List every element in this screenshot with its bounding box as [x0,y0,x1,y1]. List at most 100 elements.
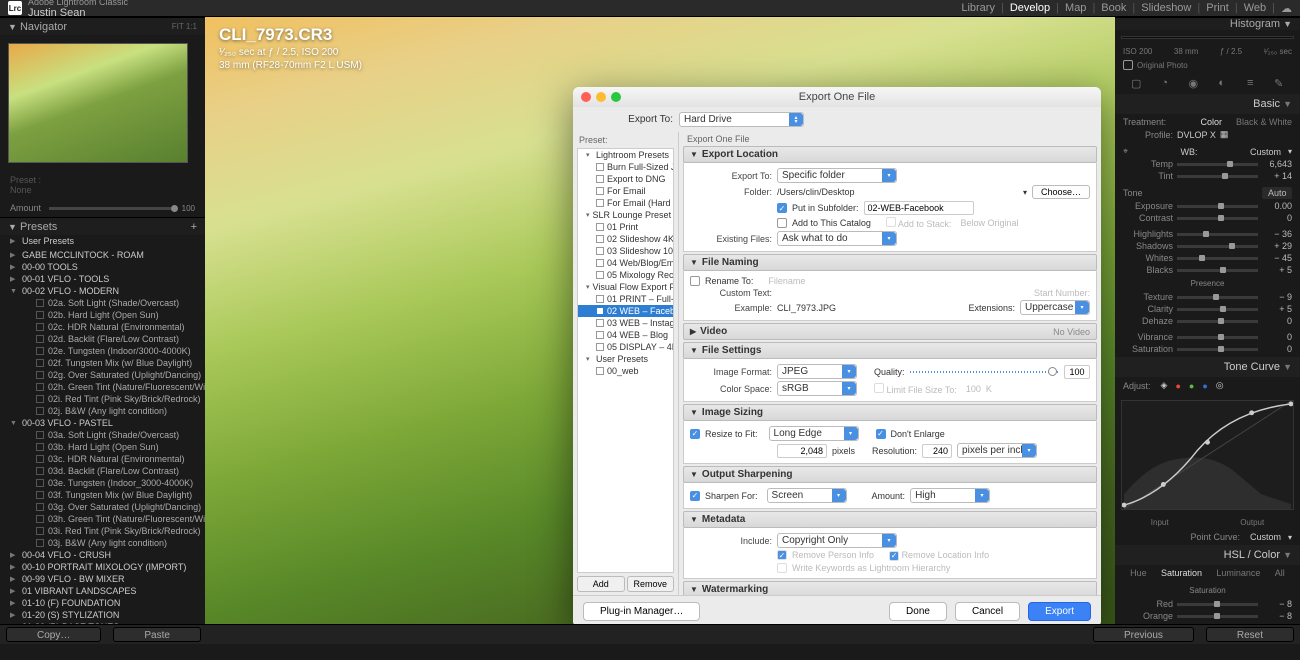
preset-item[interactable]: 03d. Backlit (Flare/Low Contrast) [0,465,205,477]
done-button[interactable]: Done [889,602,947,621]
export-preset-item[interactable]: 04 WEB – Blog [578,329,673,341]
export-preset-group[interactable]: ▾Visual Flow Export Presets [578,281,673,293]
module-web[interactable]: Web [1244,2,1266,15]
crop-tool-icon[interactable]: ▢ [1129,76,1143,90]
histogram-header[interactable]: Histogram ▼ [1115,17,1300,30]
extensions-select[interactable]: Uppercase▾ [1020,300,1090,315]
preset-item[interactable]: 02f. Tungsten Mix (w/ Blue Daylight) [0,357,205,369]
preset-group[interactable]: ▶01-10 (F) FOUNDATION [0,597,205,609]
preset-item[interactable]: 03f. Tungsten Mix (w/ Blue Daylight) [0,489,205,501]
gradient-tool-icon[interactable]: ≡ [1243,76,1257,90]
preset-group[interactable]: ▶00-00 TOOLS [0,261,205,273]
pixels-input[interactable] [777,444,827,458]
cloud-icon[interactable]: ☁ [1281,2,1292,15]
quality-input[interactable] [1064,365,1090,379]
export-button[interactable]: Export [1028,602,1091,621]
point-curve-select[interactable]: Custom [1250,532,1281,542]
whites-slider[interactable] [1177,257,1258,260]
hsl-tab-saturation[interactable]: Saturation [1161,568,1202,578]
preset-item[interactable]: 03b. Hard Light (Open Sun) [0,441,205,453]
preset-item[interactable]: 02b. Hard Light (Open Sun) [0,309,205,321]
hsl-panel-header[interactable]: HSL / Color ▼ [1115,545,1300,565]
export-preset-item[interactable]: 02 Slideshow 4K [578,233,673,245]
curve-param-icon[interactable]: ◎ [1216,380,1224,391]
preset-group[interactable]: ▶GABE MCCLINTOCK - ROAM [0,249,205,261]
noenlarge-checkbox[interactable]: ✓ [876,429,886,439]
export-preset-item[interactable]: 01 Print [578,221,673,233]
blacks-slider[interactable] [1177,269,1258,272]
mask-tool-icon[interactable]: ◐ [1215,76,1229,90]
section-file-settings[interactable]: ▼File Settings [683,342,1097,359]
brush-tool-icon[interactable]: ✎ [1272,76,1286,90]
export-preset-item[interactable]: 04 Web/Blog/Email [578,257,673,269]
preset-item[interactable]: 02d. Backlit (Flare/Low Contrast) [0,333,205,345]
basic-panel-header[interactable]: Basic ▼ [1115,94,1300,114]
hsl-tab-all[interactable]: All [1275,568,1285,578]
wb-picker-icon[interactable]: ⌖ [1123,146,1128,157]
preset-item[interactable]: 03i. Red Tint (Pink Sky/Brick/Redrock) [0,525,205,537]
export-preset-item[interactable]: 03 WEB – Instagram [578,317,673,329]
module-map[interactable]: Map [1065,2,1086,15]
existing-files-select[interactable]: Ask what to do▾ [777,231,897,246]
preset-item[interactable]: 02h. Green Tint (Nature/Fluorescent/Wind… [0,381,205,393]
preset-group[interactable]: ▶01-20 (S) STYLIZATION [0,609,205,621]
exposure-slider[interactable] [1177,205,1258,208]
resize-dim-select[interactable]: Long Edge▾ [769,426,859,441]
section-image-sizing[interactable]: ▼Image Sizing [683,404,1097,421]
choose-folder-button[interactable]: Choose… [1032,185,1090,199]
resize-checkbox[interactable]: ✓ [690,429,700,439]
rename-checkbox[interactable] [690,276,700,286]
module-book[interactable]: Book [1101,2,1126,15]
export-preset-item[interactable]: 05 Mixology Recipe [578,269,673,281]
heal-tool-icon[interactable]: ◔ [1158,76,1172,90]
section-file-naming[interactable]: ▼File Naming [683,254,1097,271]
dehaze-slider[interactable] [1177,320,1258,323]
window-close-icon[interactable] [581,92,591,102]
preset-item[interactable]: 02a. Soft Light (Shade/Overcast) [0,297,205,309]
subfolder-checkbox[interactable]: ✓ [777,203,787,213]
vibrance-slider[interactable] [1177,336,1258,339]
section-watermark[interactable]: ▼Watermarking [683,581,1097,596]
highlights-slider[interactable] [1177,233,1258,236]
module-library[interactable]: Library [961,2,995,15]
export-preset-item[interactable]: 05 DISPLAY – 4K [578,341,673,353]
histogram[interactable] [1121,36,1294,39]
treatment-bw[interactable]: Black & White [1236,117,1292,127]
texture-slider[interactable] [1177,296,1258,299]
saturation-slider[interactable] [1177,348,1258,351]
export-preset-item[interactable]: For Email (Hard Drive) [578,197,673,209]
contrast-slider[interactable] [1177,217,1258,220]
copy-button[interactable]: Copy… [6,627,101,642]
plugin-manager-button[interactable]: Plug-in Manager… [583,602,700,621]
window-maximize-icon[interactable] [611,92,621,102]
resolution-unit-select[interactable]: pixels per inch▾ [957,443,1037,458]
sharpen-checkbox[interactable]: ✓ [690,491,700,501]
paste-button[interactable]: Paste [113,627,201,642]
orange-slider[interactable] [1177,615,1258,618]
preset-group[interactable]: ▶01 VIBRANT LANDSCAPES [0,585,205,597]
presets-header[interactable]: ▼ Presets + [0,217,205,235]
add-catalog-checkbox[interactable] [777,218,787,228]
reset-button[interactable]: Reset [1206,627,1294,642]
module-print[interactable]: Print [1206,2,1229,15]
curve-g-icon[interactable]: ● [1189,381,1194,391]
quality-slider[interactable] [910,367,1059,377]
export-preset-item[interactable]: Export to DNG [578,173,673,185]
section-sharpening[interactable]: ▼Output Sharpening [683,466,1097,483]
user-presets-group[interactable]: ▶User Presets [0,235,205,247]
profile-select[interactable]: DVLOP X [1177,130,1216,140]
navigator-header[interactable]: ▼ Navigator FIT 1:1 [0,17,205,35]
preset-group[interactable]: ▼00-02 VFLO - MODERN [0,285,205,297]
export-preset-group[interactable]: ▾SLR Lounge Preset System [578,209,673,221]
preset-item[interactable]: 03j. B&W (Any light condition) [0,537,205,549]
preset-group[interactable]: ▶01-30 (B) BASE TONES [0,621,205,624]
metadata-include-select[interactable]: Copyright Only▾ [777,533,897,548]
tint-slider[interactable] [1177,175,1258,178]
export-preset-item[interactable]: For Email [578,185,673,197]
previous-button[interactable]: Previous [1093,627,1194,642]
preset-item[interactable]: 02i. Red Tint (Pink Sky/Brick/Redrock) [0,393,205,405]
preset-item[interactable]: 03h. Green Tint (Nature/Fluorescent/Wind… [0,513,205,525]
curve-r-icon[interactable]: ● [1175,381,1180,391]
tone-curve[interactable] [1121,400,1294,510]
cancel-button[interactable]: Cancel [955,602,1020,621]
